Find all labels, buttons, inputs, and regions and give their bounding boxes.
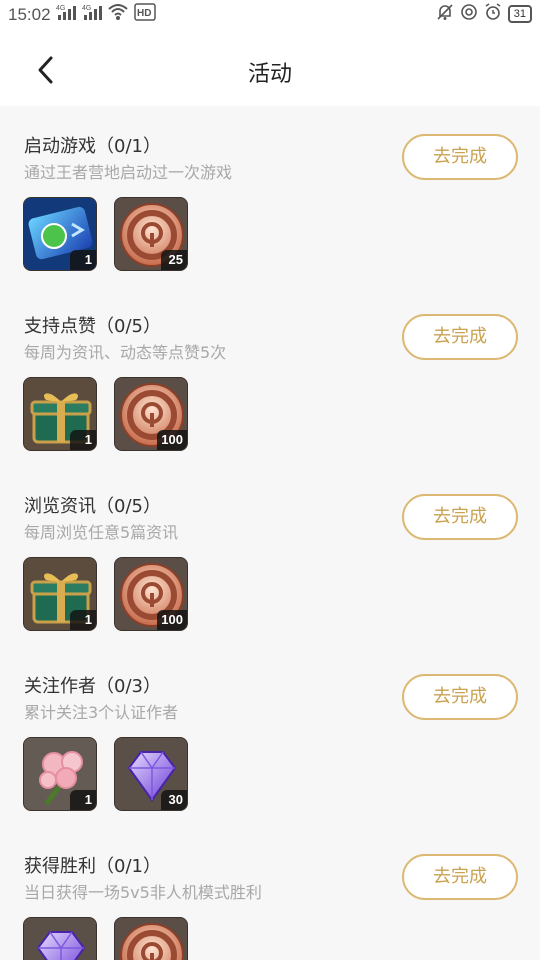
task-item: 启动游戏（0/1） 通过王者营地启动过一次游戏 去完成 1 25 (0, 106, 540, 286)
mute-bell-icon (436, 3, 454, 25)
reward-list (23, 917, 188, 960)
reward-quantity: 25 (161, 250, 187, 270)
task-title: 获得胜利（0/1） (24, 856, 161, 877)
task-item: 获得胜利（0/1） 当日获得一场5v5非人机模式胜利 去完成 (0, 826, 540, 960)
reward-item[interactable]: 30 (114, 737, 188, 811)
reward-list: 1 25 (23, 197, 188, 271)
hd-label: HD (137, 8, 151, 19)
task-item: 浏览资讯（0/5） 每周浏览任意5篇资讯 去完成 1 100 (0, 466, 540, 646)
reward-quantity: 1 (70, 250, 96, 270)
reward-item[interactable] (23, 917, 97, 960)
task-title: 启动游戏（0/1） (24, 136, 161, 157)
alarm-clock-icon (484, 3, 502, 25)
reward-quantity: 1 (70, 790, 96, 810)
wifi-icon (108, 3, 128, 25)
task-description: 当日获得一场5v5非人机模式胜利 (24, 883, 262, 902)
camp-coin-icon (115, 918, 187, 960)
go-complete-button[interactable]: 去完成 (402, 674, 518, 720)
purple-diamond-icon (24, 918, 96, 960)
header: 活动 (0, 30, 540, 106)
reward-quantity: 1 (70, 430, 96, 450)
reward-item[interactable] (114, 917, 188, 960)
task-description: 每周为资讯、动态等点赞5次 (24, 343, 227, 362)
battery-icon: 31 (507, 5, 532, 23)
reward-item[interactable]: 100 (114, 377, 188, 451)
reward-list: 1 30 (23, 737, 188, 811)
reward-item[interactable]: 1 (23, 377, 97, 451)
reward-quantity: 100 (157, 610, 187, 630)
reward-item[interactable]: 1 (23, 737, 97, 811)
task-description: 累计关注3个认证作者 (24, 703, 179, 722)
reward-item[interactable]: 1 (23, 197, 97, 271)
reward-item[interactable]: 1 (23, 557, 97, 631)
page-title: 活动 (247, 62, 292, 87)
task-title: 关注作者（0/3） (24, 676, 161, 697)
task-title: 支持点赞（0/5） (24, 316, 161, 337)
signal-4g-icon: 4G (56, 3, 76, 25)
status-time: 15:02 (8, 5, 51, 24)
task-title: 浏览资讯（0/5） (24, 496, 161, 517)
reward-list: 1 100 (23, 557, 188, 631)
reward-list: 1 100 (23, 377, 188, 451)
reward-quantity: 30 (161, 790, 187, 810)
reward-item[interactable]: 100 (114, 557, 188, 631)
reward-quantity: 100 (157, 430, 187, 450)
at-sign-icon (460, 3, 478, 25)
task-item: 关注作者（0/3） 累计关注3个认证作者 去完成 1 30 (0, 646, 540, 826)
task-description: 通过王者营地启动过一次游戏 (24, 163, 233, 182)
go-complete-button[interactable]: 去完成 (402, 314, 518, 360)
task-item: 支持点赞（0/5） 每周为资讯、动态等点赞5次 去完成 1 100 (0, 286, 540, 466)
net1-label: 4G (56, 5, 65, 12)
hd-icon: HD (134, 3, 156, 25)
go-complete-button[interactable]: 去完成 (402, 494, 518, 540)
signal-4g-icon: 4G (82, 3, 102, 25)
task-description: 每周浏览任意5篇资讯 (24, 523, 179, 542)
go-complete-button[interactable]: 去完成 (402, 134, 518, 180)
reward-quantity: 1 (70, 610, 96, 630)
net2-label: 4G (82, 5, 91, 12)
go-complete-button[interactable]: 去完成 (402, 854, 518, 900)
status-bar: 15:02 4G 4G HD 31 (0, 0, 540, 30)
task-list[interactable]: 启动游戏（0/1） 通过王者营地启动过一次游戏 去完成 1 25 支持点赞（0/… (0, 106, 540, 960)
reward-item[interactable]: 25 (114, 197, 188, 271)
